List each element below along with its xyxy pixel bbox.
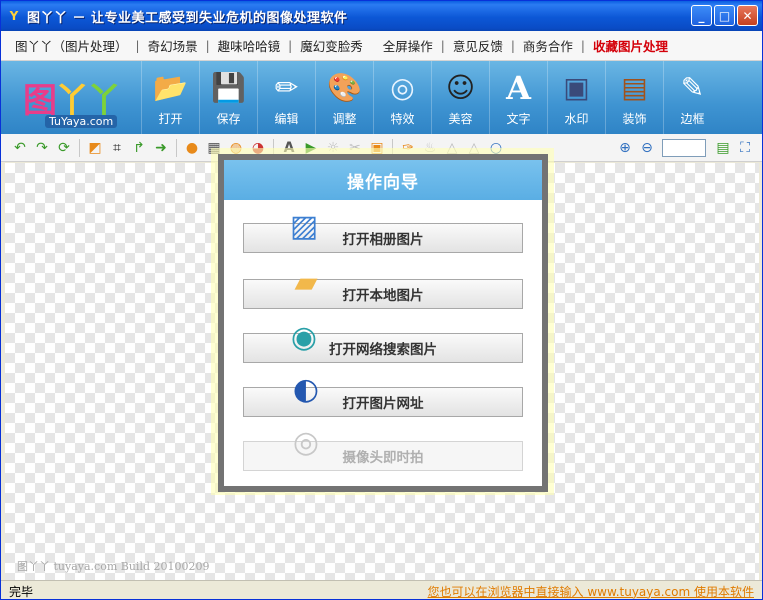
maximize-button[interactable]: □	[714, 5, 735, 26]
window-controls: _ □ ✕	[691, 5, 758, 26]
toolbar-effects-button[interactable]: ◎ 特效	[373, 61, 431, 134]
folder-icon: 📂	[153, 71, 188, 104]
toolbar-effects-label: 特效	[390, 111, 415, 126]
toolbar-beauty-label: 美容	[448, 111, 473, 126]
zoom-in-icon[interactable]: ⊕	[614, 137, 636, 159]
toolbar-save-button[interactable]: 💾 保存	[199, 61, 257, 134]
frame-decoration-icon: ▤	[621, 71, 648, 104]
tuyaya-logo: 图丫丫 TuYaya.com	[1, 61, 141, 134]
toolbar-text-label: 文字	[506, 111, 531, 126]
menu-item-funhouse-mirror[interactable]: 趣味哈哈镜	[212, 36, 287, 55]
letter-a-icon: A	[506, 68, 531, 107]
refresh-icon[interactable]: ⟳	[53, 137, 75, 159]
rotate-icon[interactable]: ↱	[128, 137, 150, 159]
floppy-disk-icon: 💾	[211, 71, 246, 104]
fit-screen-icon[interactable]: ⛶	[734, 137, 756, 159]
menu-item-fantasy-scene[interactable]: 奇幻场景	[142, 36, 204, 55]
wizard-title: 操作向导	[224, 160, 542, 200]
menu-item-favorite[interactable]: 收藏图片处理	[587, 36, 674, 55]
toolbar-text-button[interactable]: A 文字	[489, 61, 547, 134]
app-window: Y 图丫丫 － 让专业美工感受到失业危机的图像处理软件 _ □ ✕ 图丫丫（图片…	[0, 0, 763, 600]
photo-album-icon: ▨	[289, 208, 319, 244]
globe-icon: ◐	[292, 371, 320, 407]
toolbar-border-button[interactable]: ✎ 边框	[663, 61, 721, 134]
face-icon: ☺	[445, 71, 476, 104]
magnifier-globe-icon: ◉	[290, 319, 318, 355]
folder-icon: ▰	[294, 264, 318, 300]
toolbar-edit-button[interactable]: ✏ 编辑	[257, 61, 315, 134]
menu-separator: |	[205, 38, 210, 53]
toolbar-beauty-button[interactable]: ☺ 美容	[431, 61, 489, 134]
export-icon[interactable]: ▤	[712, 137, 734, 159]
logo-text: TuYaya.com	[45, 115, 118, 128]
menu-separator: |	[288, 38, 293, 53]
watermark-icon: ▣	[563, 71, 590, 104]
status-bar: 完毕 您也可以在浏览器中直接输入 www.tuyaya.com 使用本软件	[1, 580, 762, 600]
toolbar-divider	[176, 138, 177, 157]
edit-pencil-icon: ✏	[274, 71, 299, 104]
title-bar[interactable]: Y 图丫丫 － 让专业美工感受到失业危机的图像处理软件 _ □ ✕	[1, 1, 762, 31]
minimize-button[interactable]: _	[691, 5, 712, 26]
main-toolbar: 图丫丫 TuYaya.com 📂 打开 💾 保存 ✏ 编辑 🎨 调整 ◎ 特效 …	[1, 61, 762, 134]
menu-separator: |	[440, 38, 445, 53]
menu-separator: |	[510, 38, 515, 53]
window-title: 图丫丫 － 让专业美工感受到失业危机的图像处理软件	[27, 10, 348, 26]
app-icon: Y	[9, 9, 19, 23]
color-tool-icon[interactable]: ●	[181, 137, 203, 159]
toolbar-watermark-label: 水印	[564, 111, 589, 126]
zoom-input[interactable]	[662, 138, 706, 157]
toolbar-open-label: 打开	[158, 111, 183, 126]
menu-bar: 图丫丫（图片处理） | 奇幻场景 | 趣味哈哈镜 | 魔幻变脸秀 | 全屏操作 …	[1, 31, 762, 61]
toolbar-decorate-button[interactable]: ▤ 装饰	[605, 61, 663, 134]
toolbar-open-button[interactable]: 📂 打开	[141, 61, 199, 134]
wizard-panel: 操作向导	[224, 160, 542, 486]
crop-icon[interactable]: ⌗	[106, 137, 128, 159]
toolbar-watermark-button[interactable]: ▣ 水印	[547, 61, 605, 134]
toolbar-save-label: 保存	[216, 111, 241, 126]
palette-icon: 🎨	[327, 71, 362, 104]
undo-icon[interactable]: ↶	[9, 137, 31, 159]
menu-item-fullscreen[interactable]: 全屏操作	[377, 36, 439, 55]
status-text: 完毕	[9, 584, 34, 599]
zoom-out-icon[interactable]: ⊖	[636, 137, 658, 159]
menu-item-image-processing[interactable]: 图丫丫（图片处理）	[9, 36, 134, 55]
webcam-icon: ◎	[292, 424, 320, 460]
sparkle-orb-icon: ◎	[390, 71, 415, 104]
menu-separator: |	[135, 38, 140, 53]
toolbar-adjust-button[interactable]: 🎨 调整	[315, 61, 373, 134]
toolbar-edit-label: 编辑	[274, 111, 299, 126]
build-info: 图丫丫 tuyaya.com Build 20100209	[17, 560, 210, 573]
toolbar-divider	[79, 138, 80, 157]
toolbar-adjust-label: 调整	[332, 111, 357, 126]
menu-item-business[interactable]: 商务合作	[517, 36, 579, 55]
border-icon: ✎	[680, 71, 705, 104]
menu-item-feedback[interactable]: 意见反馈	[447, 36, 509, 55]
menu-item-face-change[interactable]: 魔幻变脸秀	[294, 36, 369, 55]
redo-icon[interactable]: ↷	[31, 137, 53, 159]
website-link[interactable]: 您也可以在浏览器中直接输入 www.tuyaya.com 使用本软件	[428, 583, 754, 600]
flip-icon[interactable]: ➜	[150, 137, 172, 159]
toolbar-decorate-label: 装饰	[622, 111, 647, 126]
resize-icon[interactable]: ◩	[84, 137, 106, 159]
menu-separator: |	[580, 38, 585, 53]
close-button[interactable]: ✕	[737, 5, 758, 26]
toolbar-border-label: 边框	[680, 111, 705, 126]
